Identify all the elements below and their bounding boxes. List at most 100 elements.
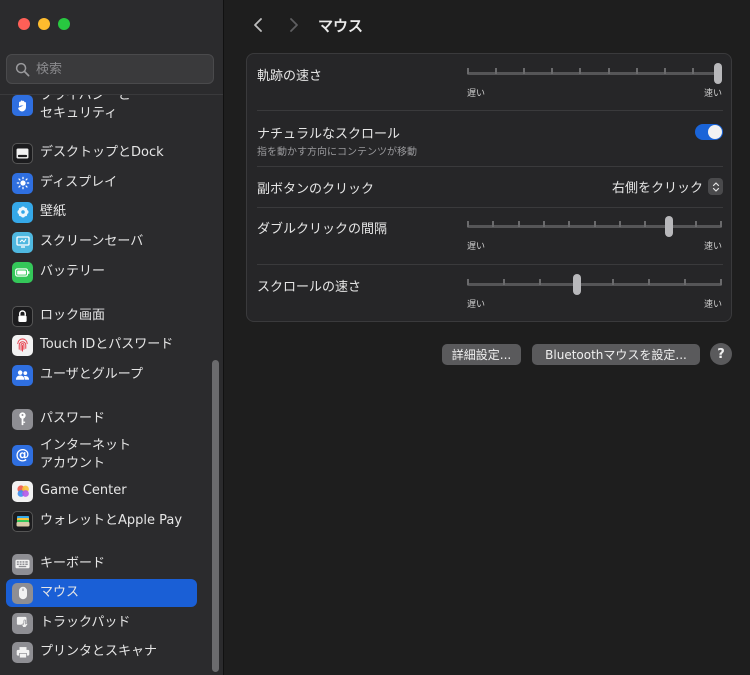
navigation [245, 12, 307, 38]
settings-panel: 軌跡の速さ 遅い 速い ナチュラルなスクロール 指を動かす方向にコンテンツが移動… [246, 53, 732, 322]
tracking-speed-slider[interactable]: 遅い 速い [467, 63, 722, 100]
sidebar-item-label: Game Center [40, 483, 127, 498]
sidebar-item-label: プライバシーと セキュリティ [40, 94, 131, 121]
sidebar-item-trackpad[interactable]: トラックパッド [6, 611, 197, 635]
wallet-icon [12, 510, 33, 532]
help-button[interactable]: ? [710, 343, 732, 365]
search-field[interactable] [6, 54, 214, 84]
slider-tick [683, 279, 686, 285]
lock-icon [12, 305, 33, 327]
sidebar-item-label: Touch IDとパスワード [40, 337, 174, 352]
tracking-speed-label: 軌跡の速さ [257, 69, 323, 84]
sidebar-item-label: パスワード [40, 411, 106, 426]
sidebar-scrollbar[interactable] [212, 360, 219, 672]
sidebar-item-users-groups[interactable]: ユーザとグループ [6, 363, 197, 387]
slider-tick [691, 68, 694, 74]
sidebar-item-label: ロック画面 [40, 308, 106, 323]
secondary-click-popup[interactable]: 右側をクリック [612, 177, 723, 196]
sun-icon [12, 172, 33, 194]
dock-icon [12, 142, 33, 164]
sidebar-item-screensaver[interactable]: スクリーンセーバ [6, 230, 197, 254]
page-title: マウス [318, 17, 364, 35]
slider-max-label: 速い [703, 242, 722, 252]
double-click-label: ダブルクリックの間隔 [257, 222, 388, 237]
slider-tick [495, 68, 498, 74]
mouse-icon [12, 582, 33, 604]
back-button[interactable] [245, 12, 271, 38]
sidebar-item-lock-screen[interactable]: ロック画面 [6, 304, 197, 328]
sidebar-item-keyboard[interactable]: キーボード [6, 552, 197, 576]
traffic-lights [18, 18, 70, 30]
slider-knob[interactable] [573, 274, 582, 295]
close-button[interactable] [18, 18, 30, 30]
bluetooth-mouse-setup-button[interactable]: Bluetoothマウスを設定... [532, 344, 700, 365]
sidebar-item-label: プリンタとスキャナ [40, 644, 158, 659]
sidebar-item-desktop-dock[interactable]: デスクトップとDock [6, 141, 197, 165]
sidebar-item-label: デスクトップとDock [40, 145, 164, 160]
sidebar-item-label: トラックパッド [40, 615, 131, 630]
slider-min-label: 遅い [467, 242, 486, 252]
sidebar-list: プライバシーと セキュリティ デスクトップとDock ディスプレイ 壁紙 スクリ [0, 94, 223, 675]
sidebar-item-touch-id[interactable]: Touch IDとパスワード [6, 333, 197, 357]
slider-tick [523, 68, 526, 74]
sidebar-item-battery[interactable]: バッテリー [6, 260, 197, 284]
secondary-click-value: 右側をクリック [611, 181, 703, 196]
natural-scroll-sublabel: 指を動かす方向にコンテンツが移動 [257, 147, 417, 158]
slider-tick [467, 68, 469, 74]
scroll-speed-slider[interactable]: 遅い 速い [467, 274, 722, 311]
main-pane: マウス 軌跡の速さ 遅い 速い ナチュラルなスクロール 指を動かす方向にコンテン… [225, 0, 750, 675]
slider-tick [611, 279, 614, 285]
slider-tick [503, 279, 506, 285]
sidebar-item-label: ウォレットとApple Pay [40, 513, 183, 528]
sidebar-item-privacy[interactable]: プライバシーと セキュリティ [6, 94, 197, 123]
at-icon: @ [12, 444, 33, 466]
minimize-button[interactable] [38, 18, 50, 30]
slider-knob[interactable] [664, 216, 673, 237]
screensaver-icon [12, 231, 33, 253]
advanced-button[interactable]: 詳細設定... [442, 344, 521, 365]
battery-icon [12, 261, 33, 283]
double-click-slider[interactable]: 遅い 速い [467, 216, 722, 253]
sidebar-item-wallet[interactable]: ウォレットとApple Pay [6, 509, 197, 533]
sidebar-item-internet-accounts[interactable]: @ インターネット アカウント [6, 436, 197, 474]
slider-tick [467, 221, 469, 227]
chevron-right-icon [290, 18, 298, 32]
slider-tick [720, 221, 722, 227]
slider-knob[interactable] [714, 63, 722, 84]
natural-scroll-row: ナチュラルなスクロール 指を動かす方向にコンテンツが移動 [257, 111, 723, 166]
slider-min-label: 遅い [467, 300, 486, 310]
zoom-button[interactable] [58, 18, 70, 30]
toggle-knob [708, 125, 722, 139]
slider-track [467, 72, 722, 75]
key-icon [12, 408, 33, 430]
sidebar-item-label: 壁紙 [40, 204, 67, 219]
scroll-speed-row: スクロールの速さ 遅い 速い [257, 265, 723, 322]
keyboard-icon [12, 553, 33, 575]
slider-tick [568, 221, 571, 227]
sidebar-item-mouse[interactable]: マウス [6, 579, 197, 607]
sidebar-item-displays[interactable]: ディスプレイ [6, 171, 197, 195]
sidebar-item-label: ディスプレイ [40, 175, 118, 190]
slider-tick [635, 68, 638, 74]
slider-tick [618, 221, 621, 227]
sidebar-item-game-center[interactable]: Game Center [6, 479, 197, 503]
slider-min-label: 遅い [467, 89, 486, 99]
slider-tick [663, 68, 666, 74]
sidebar-item-wallpaper[interactable]: 壁紙 [6, 200, 197, 224]
slider-max-label: 速い [703, 89, 722, 99]
sidebar-item-passwords[interactable]: パスワード [6, 407, 197, 431]
natural-scroll-label: ナチュラルなスクロール [257, 127, 401, 142]
slider-tick [551, 68, 554, 74]
slider-tick [647, 279, 650, 285]
slider-tick [720, 279, 722, 285]
sidebar-item-printers[interactable]: プリンタとスキャナ [6, 640, 197, 664]
forward-button[interactable] [281, 12, 307, 38]
slider-tick [492, 221, 495, 227]
natural-scroll-toggle[interactable] [695, 124, 723, 140]
search-input[interactable] [36, 61, 206, 77]
printer-icon [12, 641, 33, 663]
slider-tick [467, 279, 469, 285]
double-click-row: ダブルクリックの間隔 遅い 速い [257, 208, 723, 264]
secondary-click-label: 副ボタンのクリック [257, 182, 375, 197]
tracking-speed-row: 軌跡の速さ 遅い 速い [257, 54, 723, 110]
